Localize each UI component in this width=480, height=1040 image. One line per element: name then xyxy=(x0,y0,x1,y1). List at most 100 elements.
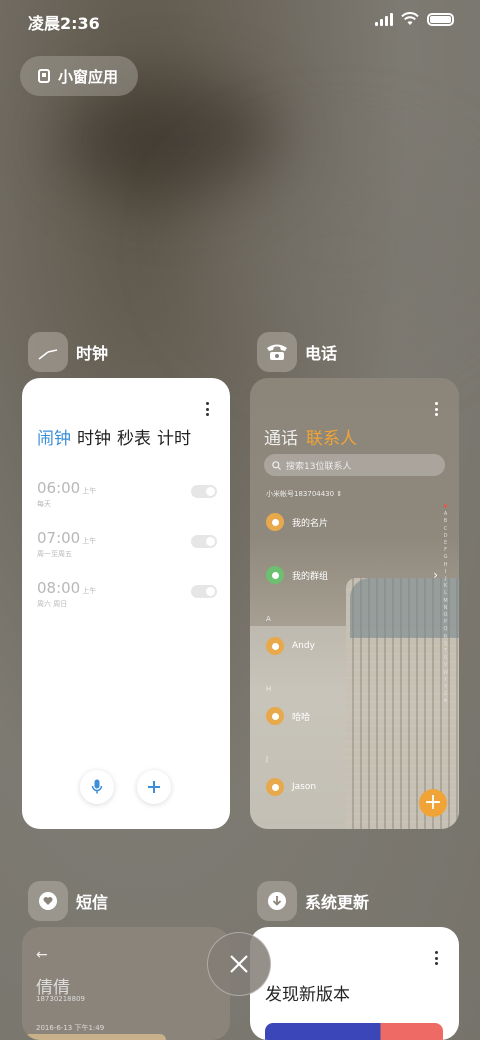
alphabet-index-letter[interactable]: I xyxy=(443,569,448,576)
sms-app-header[interactable]: 短信 xyxy=(28,881,108,921)
alarm-time: 08:00 xyxy=(37,579,81,597)
tab-calls[interactable]: 通话 xyxy=(264,424,298,449)
alarm-time: 06:00 xyxy=(37,479,81,497)
clear-all-button[interactable] xyxy=(207,932,271,996)
section-letter: H xyxy=(266,685,272,693)
alphabet-index-letter[interactable]: O xyxy=(443,612,448,619)
message-icon xyxy=(28,881,68,921)
update-app-header[interactable]: 系统更新 xyxy=(257,881,369,921)
alphabet-index-letter[interactable]: J xyxy=(443,576,448,583)
more-icon[interactable] xyxy=(206,402,210,416)
alphabet-index-letter[interactable]: R xyxy=(443,634,448,641)
alphabet-index-letter[interactable]: E xyxy=(443,540,448,547)
alphabet-index-letter[interactable]: M xyxy=(443,598,448,605)
alphabet-index-letter[interactable]: Z xyxy=(443,691,448,698)
alphabet-index-letter[interactable]: B xyxy=(443,518,448,525)
alarm-item[interactable]: 07:00 上午 周一至周五 xyxy=(37,528,217,564)
battery-icon xyxy=(427,12,454,26)
avatar xyxy=(266,637,284,655)
alphabet-index-letter[interactable]: F xyxy=(443,547,448,554)
phone-app-name: 电话 xyxy=(305,344,338,363)
alarm-toggle[interactable] xyxy=(191,535,217,548)
add-contact-button[interactable]: + xyxy=(419,789,447,817)
alphabet-index-letter[interactable]: L xyxy=(443,590,448,597)
alphabet-index-letter[interactable]: D xyxy=(443,533,448,540)
close-icon xyxy=(230,955,248,973)
contact-item[interactable]: Andy xyxy=(266,637,315,655)
clock-app-name: 时钟 xyxy=(76,344,109,363)
signal-icon xyxy=(375,12,393,26)
tab-timer[interactable]: 计时 xyxy=(157,424,191,449)
more-icon[interactable] xyxy=(435,951,439,965)
voice-alarm-button[interactable] xyxy=(80,770,114,804)
phone-app-card[interactable]: 通话 联系人 搜索13位联系人 小米帐号183704430 ⇕ 我的名片 我的群… xyxy=(250,378,459,829)
alphabet-index-letter[interactable]: U xyxy=(443,655,448,662)
alarm-item[interactable]: 08:00 上午 周六 周日 xyxy=(37,578,217,614)
sms-app-card[interactable]: ← 倩倩 18730218809 2016-6-13 下午1:49 xyxy=(22,927,230,1040)
back-arrow-icon[interactable]: ← xyxy=(36,947,48,963)
alphabet-index-letter[interactable]: G xyxy=(443,554,448,561)
alphabet-index-letter[interactable]: A xyxy=(443,511,448,518)
section-letter: J xyxy=(266,755,269,763)
alarm-ampm: 上午 xyxy=(82,537,97,545)
contact-item[interactable]: Jason xyxy=(266,778,316,796)
alphabet-index-letter[interactable]: W xyxy=(443,670,448,677)
phone-tabs: 通话 联系人 xyxy=(264,424,357,449)
search-icon xyxy=(272,460,281,470)
contact-search-input[interactable]: 搜索13位联系人 xyxy=(264,454,445,476)
alarm-time: 07:00 xyxy=(37,529,81,547)
avatar xyxy=(266,707,284,725)
account-label: 小米帐号183704430 xyxy=(266,490,335,498)
contact-item[interactable]: 哈哈 xyxy=(266,707,310,725)
alphabet-index-letter[interactable]: N xyxy=(443,605,448,612)
alphabet-index-letter[interactable]: P xyxy=(443,619,448,626)
my-groups-label: 我的群组 xyxy=(292,571,329,582)
alphabet-index-letter[interactable]: T xyxy=(443,648,448,655)
phone-app-header[interactable]: 电话 xyxy=(257,332,337,372)
update-title: 发现新版本 xyxy=(265,985,350,1005)
background-blur xyxy=(200,150,480,350)
alphabet-index-letter[interactable]: # xyxy=(443,698,448,705)
alphabet-index-letter[interactable]: K xyxy=(443,583,448,590)
alarm-repeat: 周一至周五 xyxy=(37,550,72,558)
contact-name: Andy xyxy=(292,641,315,651)
my-card-item[interactable]: 我的名片 xyxy=(266,513,328,531)
tab-contacts[interactable]: 联系人 xyxy=(306,424,357,449)
floating-window-button[interactable]: 小窗应用 xyxy=(20,56,138,96)
more-icon[interactable] xyxy=(435,402,439,416)
avatar xyxy=(266,513,284,531)
tab-alarm[interactable]: 闹钟 xyxy=(37,424,71,449)
alphabet-index-letter[interactable]: S xyxy=(443,641,448,648)
status-bar: 凌晨2:36 xyxy=(0,0,480,40)
alphabet-index-letter[interactable]: ♥ xyxy=(443,504,448,511)
my-groups-item[interactable]: 我的群组 › xyxy=(266,566,438,584)
alphabet-index-letter[interactable]: X xyxy=(443,677,448,684)
search-placeholder: 搜索13位联系人 xyxy=(286,461,352,472)
clock-app-header[interactable]: 时钟 xyxy=(28,332,108,372)
alphabet-index-letter[interactable]: Y xyxy=(443,684,448,691)
alarm-toggle[interactable] xyxy=(191,585,217,598)
tab-stopwatch[interactable]: 秒表 xyxy=(117,424,151,449)
wallpaper-photo xyxy=(250,626,346,829)
alphabet-index-letter[interactable]: V xyxy=(443,662,448,669)
alarm-item[interactable]: 06:00 上午 每天 xyxy=(37,478,217,514)
tab-clock[interactable]: 时钟 xyxy=(77,424,111,449)
alphabet-index-letter[interactable]: Q xyxy=(443,626,448,633)
alarm-toggle[interactable] xyxy=(191,485,217,498)
account-selector[interactable]: 小米帐号183704430 ⇕ xyxy=(266,489,342,499)
clock-app-card[interactable]: 闹钟 时钟 秒表 计时 06:00 上午 每天 07:00 上午 周一至周五 08:… xyxy=(22,378,230,829)
alphabet-index-letter[interactable]: C xyxy=(443,526,448,533)
my-card-label: 我的名片 xyxy=(292,518,329,529)
alphabet-index-letter[interactable]: H xyxy=(443,562,448,569)
sort-icon: ⇕ xyxy=(336,490,343,498)
contact-name: 哈哈 xyxy=(292,712,311,723)
alarm-repeat: 周六 周日 xyxy=(37,600,68,608)
alphabet-index[interactable]: ♥ A B C D E F G H I J K L M N O P Q R S T U V W X Y Z # xyxy=(443,504,448,706)
microphone-icon xyxy=(91,779,103,794)
update-app-card[interactable]: 发现新版本 xyxy=(250,927,459,1040)
update-banner xyxy=(265,1023,443,1040)
section-letter: A xyxy=(266,615,271,623)
add-alarm-button[interactable] xyxy=(137,770,171,804)
group-avatar xyxy=(266,566,284,584)
update-app-name: 系统更新 xyxy=(305,893,370,912)
